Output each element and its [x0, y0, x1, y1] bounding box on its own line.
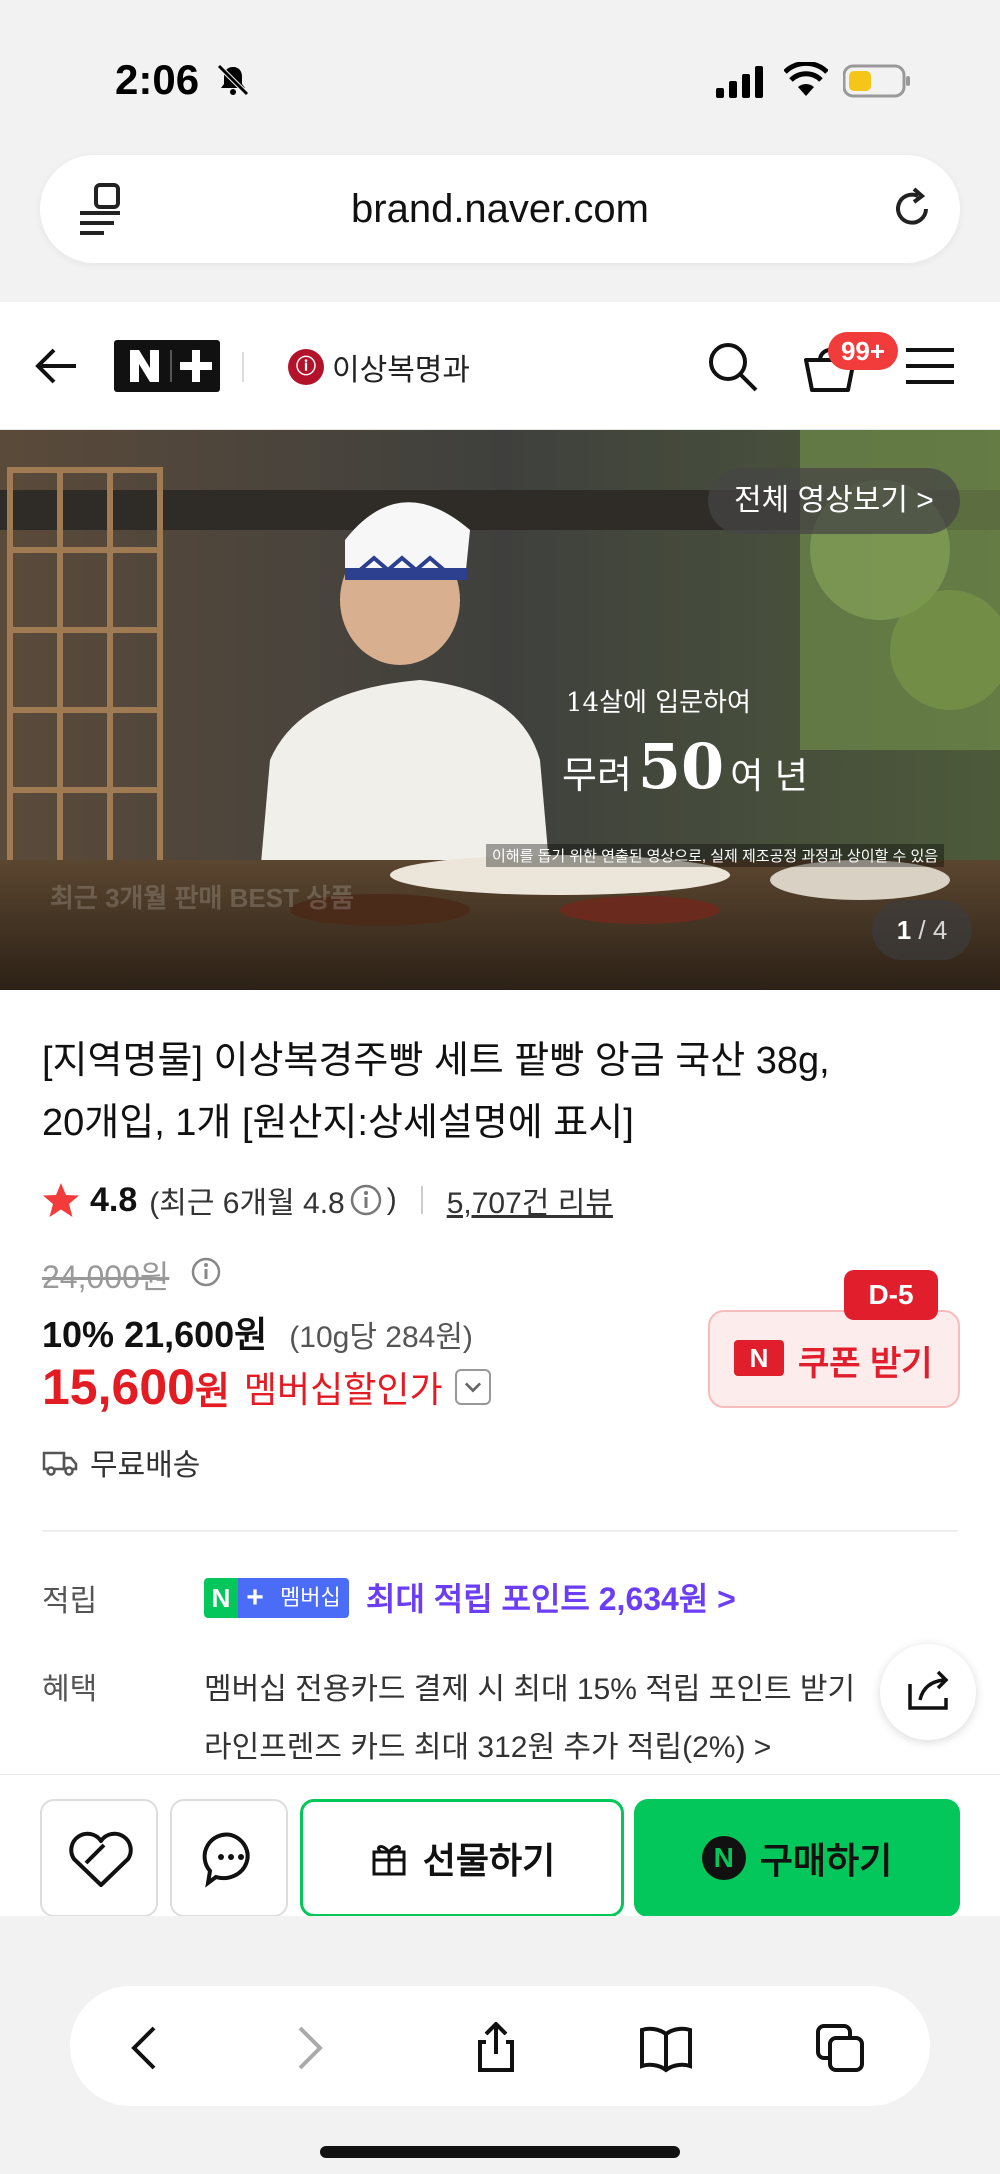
rating-recent: (최근 6개월 4.8: [149, 1187, 345, 1220]
cellular-signal-icon: [716, 66, 763, 98]
browser-toolbar: [70, 1986, 930, 2106]
buy-label: 구매하기: [759, 1840, 893, 1881]
site-header: ⓘ 이상복명과 99+: [0, 302, 1000, 430]
review-count-link[interactable]: 5,707건 리뷰: [447, 1178, 613, 1222]
truck-icon: [42, 1451, 78, 1476]
hero-caption-post: 여 년: [730, 756, 808, 797]
naver-n-icon: N: [734, 1340, 784, 1376]
section-divider: [42, 1530, 958, 1532]
gift-icon: [372, 1845, 406, 1876]
browser-bottom-chrome: [0, 1916, 1000, 2174]
original-price: 24,000원: [42, 1259, 170, 1295]
hero-watermark: 최근 3개월 판매 BEST 상품: [50, 883, 355, 913]
gift-label: 선물하기: [422, 1840, 556, 1881]
heart-icon: [69, 1831, 133, 1887]
chevron-down-icon[interactable]: [454, 1369, 491, 1405]
rating-divider: [420, 1186, 423, 1214]
discount-rate: 10%: [42, 1314, 115, 1355]
battery-icon: [843, 64, 910, 98]
menu-icon[interactable]: [904, 346, 956, 386]
brand-logo[interactable]: ⓘ 이상복명과: [288, 342, 470, 392]
share-sheet-icon[interactable]: [470, 2022, 522, 2074]
member-price-row: 15,600 원 멤버십할인가: [42, 1358, 491, 1416]
star-icon: [43, 1183, 79, 1217]
address-bar[interactable]: brand.naver.com: [40, 155, 960, 263]
nplus-mark-icon: [130, 350, 212, 382]
image-counter: 1 / 4: [872, 900, 972, 960]
shipping-text: 무료배송: [90, 1449, 201, 1482]
wishlist-button[interactable]: [40, 1799, 158, 1917]
points-label: 적립: [42, 1585, 98, 1618]
badge-membership: 멤버십: [272, 1578, 349, 1618]
hero-disclaimer: 이해를 돕기 위한 연출된 영상으로, 실제 제조공정 과정과 상이할 수 있음: [486, 844, 945, 867]
benefit-card-offer[interactable]: 멤버십 전용카드 결제 시 최대 15% 적립 포인트 받기: [204, 1664, 855, 1708]
image-counter-current: 1: [896, 915, 912, 945]
back-arrow-icon[interactable]: [32, 342, 80, 390]
status-time: 2:06: [115, 56, 200, 103]
benefit-label: 혜택: [42, 1673, 98, 1706]
shipping-row: 무료배송: [42, 1440, 200, 1484]
unit-price: (10g당 284원): [289, 1321, 473, 1354]
product-title-line-2: 20개입, 1개 [원산지:상세설명에 표시]: [42, 1102, 634, 1144]
hero-caption-pre: 무려: [562, 753, 632, 797]
gift-button[interactable]: 선물하기: [300, 1799, 624, 1917]
reload-icon[interactable]: [888, 185, 936, 233]
product-hero-media[interactable]: 전체 영상보기 > 14살에 입문하여 무려 50 여 년 이해를 돕기 위한 …: [0, 430, 1000, 990]
buy-button[interactable]: N 구매하기: [634, 1799, 960, 1917]
image-counter-total: / 4: [918, 915, 948, 945]
hero-caption-main: 무려 50 여 년: [562, 730, 808, 803]
max-points-link[interactable]: 최대 적립 포인트 2,634원 >: [366, 1574, 736, 1620]
url-text: brand.naver.com: [351, 187, 649, 231]
benefit-linefriends-offer[interactable]: 라인프렌즈 카드 최대 312원 추가 적립(2%) >: [204, 1722, 771, 1766]
product-title-line-1: [지역명물] 이상복경주빵 세트 팥빵 앙금 국산 38g,: [42, 1040, 830, 1082]
tabs-icon[interactable]: [814, 2022, 866, 2074]
bookmarks-icon[interactable]: [640, 2022, 692, 2074]
hero-caption-small: 14살에 입문하여: [566, 688, 751, 718]
rating-recent-close: ): [386, 1183, 397, 1216]
nplus-membership-badge: N + 멤버십: [204, 1578, 349, 1618]
member-price-label: 멤버십할인가: [243, 1369, 443, 1410]
wifi-icon: [784, 62, 828, 96]
purchase-action-bar: 선물하기 N 구매하기: [0, 1774, 1000, 1917]
member-price-unit: 원: [194, 1370, 230, 1413]
naver-pay-icon: N: [701, 1836, 746, 1880]
search-icon[interactable]: [704, 338, 760, 394]
hero-caption-big: 50: [637, 730, 725, 803]
product-title: [지역명물] 이상복경주빵 세트 팥빵 앙금 국산 38g, 20개입, 1개 …: [42, 1030, 952, 1154]
discount-row: 10% 21,600원 (10g당 284원): [42, 1306, 473, 1358]
badge-plus: +: [238, 1578, 272, 1618]
watch-full-video-button[interactable]: 전체 영상보기 >: [708, 468, 960, 534]
cart-count-badge: 99+: [828, 332, 898, 370]
info-icon[interactable]: [349, 1183, 383, 1217]
share-icon: [908, 1670, 949, 1710]
forward-icon[interactable]: [282, 2022, 334, 2074]
talk-talk-button[interactable]: [170, 1799, 288, 1917]
back-icon[interactable]: [120, 2022, 172, 2074]
brand-name: 이상복명과: [332, 353, 470, 388]
browser-top-chrome: 2:06 brand.naver.com: [0, 0, 1000, 302]
share-button[interactable]: [880, 1644, 976, 1740]
home-indicator: [320, 2146, 680, 2158]
badge-n: N: [204, 1578, 238, 1618]
coupon-dday-badge: D-5: [844, 1270, 938, 1320]
chat-bubble-icon: [202, 1832, 250, 1888]
rating-row: 4.8 (최근 6개월 4.8 ) 5,707건 리뷰: [42, 1172, 613, 1228]
price-info-icon[interactable]: [190, 1256, 222, 1288]
rating-value: 4.8: [90, 1180, 138, 1219]
member-price: 15,600: [42, 1359, 195, 1415]
nplus-logo[interactable]: [114, 340, 220, 392]
discount-price: 21,600원: [124, 1314, 268, 1355]
brand-mark-icon: ⓘ: [288, 349, 324, 385]
coupon-label[interactable]: 쿠폰 받기: [798, 1336, 933, 1385]
header-divider: [242, 352, 244, 382]
bell-muted-icon: [217, 64, 249, 96]
